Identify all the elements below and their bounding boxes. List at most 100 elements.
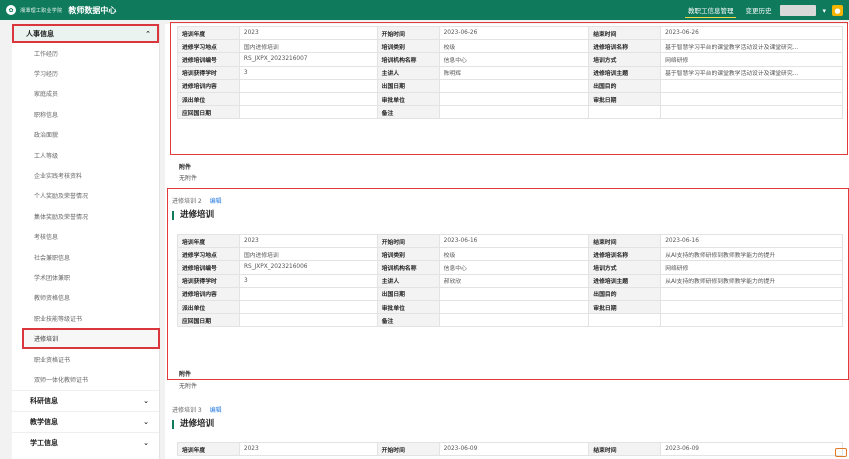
field-label: 审批单位 [376,299,440,315]
feedback-icon[interactable] [835,448,847,457]
field-label: 结束时间 [588,25,662,41]
sidebar-item-enterprise-practice[interactable]: 企业实践考核资料 [12,165,159,185]
field-value [660,105,843,120]
field-value: 3 [238,65,378,80]
nav-staff-info[interactable]: 教职工信息管理 [684,3,737,18]
table-row: 培训年度 2023 开始时间 2023-06-26 结束时间 2023-06-26 [177,25,843,41]
field-label: 进修培训主题 [588,65,662,80]
field-label: 派出单位 [177,299,240,315]
field-label: 主讲人 [376,65,440,80]
field-value [238,286,378,301]
sidebar-section-personnel[interactable]: 人事信息 ⌃ [12,24,159,43]
field-label: 应回国日期 [177,105,240,120]
field-value [238,78,378,93]
field-label: 出国日期 [376,78,440,93]
sidebar-item-family[interactable]: 家庭成员 [12,84,159,104]
top-nav: 教职工信息管理 变更历史 ▾ ● [684,3,843,18]
field-label: 进修培训内容 [177,78,240,93]
avatar[interactable]: ● [832,5,843,16]
table-row: 应回国日期 备注 [177,313,843,328]
sidebar-group-research[interactable]: 科研信息 ⌄ [12,389,159,411]
sidebar-group-label: 科研信息 [30,396,58,405]
field-label [588,105,662,120]
field-value: 网络研修 [660,260,843,275]
table-row: 进修学习地点 国内进修培训 培训类别 校级 进修培训名称 基于智慧学习平台的课堂教学活动设… [177,39,843,54]
field-value: 2023-06-26 [660,25,843,41]
chevron-down-icon: ⌄ [143,396,149,405]
field-label: 审批日期 [588,299,662,315]
sidebar-group-teaching[interactable]: 教学信息 ⌄ [12,410,159,432]
field-label: 培训获得学时 [177,273,240,288]
sidebar-item-personal-awards[interactable]: 个人奖励及荣誉情况 [12,186,159,206]
field-label: 培训类别 [376,247,440,262]
field-label: 进修培训内容 [177,286,240,301]
main-content: 培训年度 2023 开始时间 2023-06-26 结束时间 2023-06-26 进修学习… [165,22,849,459]
field-value: 郝欣欣 [438,273,590,288]
field-value: 信息中心 [438,52,590,67]
field-value: 国内进修培训 [238,39,378,54]
sidebar-item-group-awards[interactable]: 集体奖励及荣誉情况 [12,206,159,226]
field-value: 从AI支持的教师研修到教师教学能力的提升 [660,247,843,262]
table-row: 派出单位 审批单位 审批日期 [177,299,843,315]
attachment-title: 附件 [179,164,192,171]
field-label: 出国日期 [376,286,440,301]
sidebar-item-work-experience[interactable]: 工作经历 [12,43,159,63]
field-label: 审批单位 [376,91,440,107]
field-value: 2023 [238,233,378,249]
record-heading: 进修培训 2 编辑 [172,196,222,205]
sidebar-item-professional-certificates[interactable]: 职业资格证书 [12,349,159,369]
sidebar-item-political[interactable]: 政治面貌 [12,125,159,145]
field-label: 备注 [376,105,440,120]
field-value [660,299,843,315]
field-label: 派出单位 [177,91,240,107]
sidebar-item-training[interactable]: 进修培训 [22,328,160,349]
table-row: 培训年度 2023 开始时间 2023-06-16 结束时间 2023-06-16 [177,233,843,249]
sidebar-item-social-roles[interactable]: 社会兼职信息 [12,247,159,267]
field-label: 进修学习地点 [177,247,240,262]
nav-change-history[interactable]: 变更历史 [742,3,774,18]
table-row: 培训年度 2023 开始时间 2023-06-09 结束时间 2023-06-09 [177,441,843,457]
field-value [660,91,843,107]
field-label: 出国目的 [588,78,662,93]
field-value: RS_JXPX_2023216006 [238,260,378,275]
field-value: 国内进修培训 [238,247,378,262]
record-heading-label: 进修培训 2 [172,198,202,205]
field-label: 培训年度 [177,441,240,457]
sidebar-group-label: 学工信息 [30,438,58,447]
sidebar-item-education[interactable]: 学习经历 [12,63,159,83]
user-name-box[interactable] [780,5,817,16]
field-label: 出国目的 [588,286,662,301]
sidebar-item-worker-grade[interactable]: 工人等级 [12,145,159,165]
sidebar-group-student-affairs[interactable]: 学工信息 ⌄ [12,431,159,453]
field-label: 培训获得学时 [177,65,240,80]
school-logo-icon: ✿ [6,5,16,15]
field-value [438,299,590,315]
attachment-title: 附件 [179,371,192,378]
sidebar-item-title[interactable]: 职称信息 [12,104,159,124]
record-heading: 进修培训 3 编辑 [172,405,222,414]
chevron-up-icon: ⌃ [145,29,151,38]
sidebar-item-teacher-qualification[interactable]: 教师资格信息 [12,288,159,308]
sidebar: 人事信息 ⌃ 工作经历 学习经历 家庭成员 职称信息 政治面貌 工人等级 企业实… [12,24,160,459]
field-value: 基于智慧学习平台的课堂教学活动设计及课堂研究... [660,65,843,80]
field-value: 网络研修 [660,52,843,67]
field-label [588,313,662,328]
sidebar-group-label: 教学信息 [30,417,58,426]
chevron-down-icon[interactable]: ▾ [822,7,826,15]
field-label: 审批日期 [588,91,662,107]
edit-link[interactable]: 编辑 [210,407,222,414]
sidebar-item-assessment[interactable]: 考核信息 [12,227,159,247]
chevron-down-icon: ⌄ [143,438,149,447]
attachment-value: 无附件 [179,175,198,182]
field-label: 培训机构名称 [376,260,440,275]
field-label: 培训方式 [588,52,662,67]
edit-link[interactable]: 编辑 [210,198,222,205]
field-value: 校级 [438,39,590,54]
sidebar-item-academic-groups[interactable]: 学术团体兼职 [12,267,159,287]
sidebar-item-dual-teacher[interactable]: 双师一体化教师证书 [12,369,159,389]
field-value: 从AI支持的教师研修到教师教学能力的提升 [660,273,843,288]
table-row: 培训获得学时 3 主讲人 陈明辉 进修培训主题 基于智慧学习平台的课堂教学活动设计及课堂研… [177,65,843,80]
field-value [238,299,378,315]
sidebar-item-skill-certificates[interactable]: 职业技能等级证书 [12,308,159,328]
field-label: 结束时间 [588,441,662,457]
